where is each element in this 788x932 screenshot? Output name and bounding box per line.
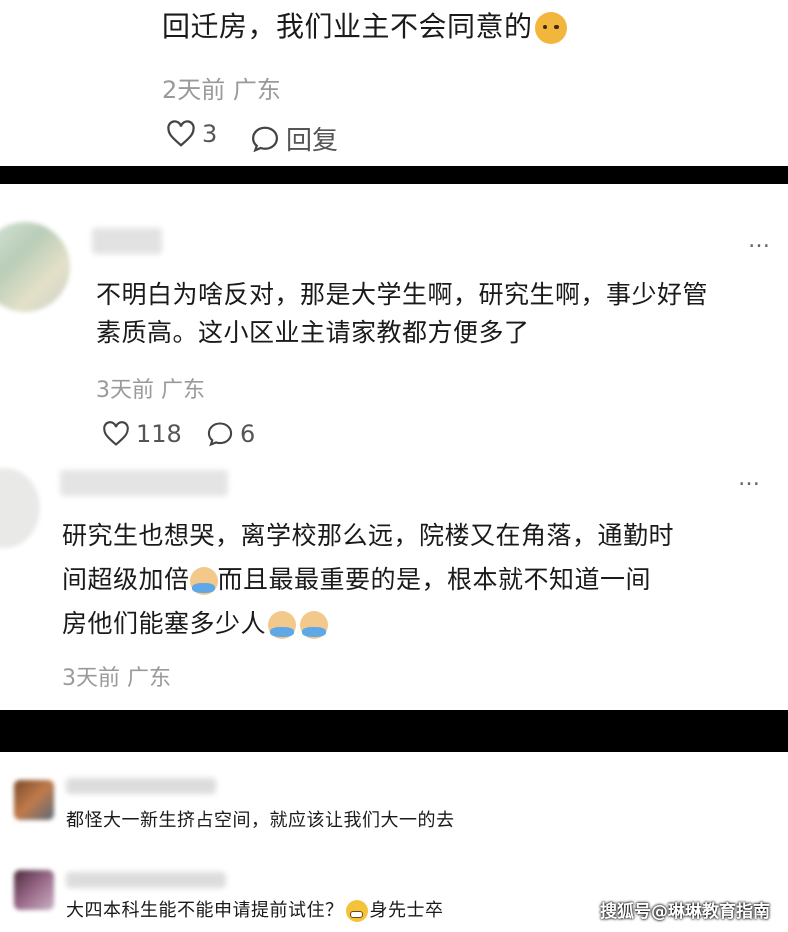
like-button[interactable]: 118 [102,420,182,448]
username-blurred[interactable] [66,778,216,794]
crying-emoji [268,611,297,639]
comment-bubble-icon [207,422,233,447]
watermark: 搜狐号@琳琳教育指南 [600,902,770,922]
comment-meta: 2天前 广东 [162,76,281,104]
comment-text: 不明白为啥反对，那是大学生啊，研究生啊，事少好管 素质高。这小区业主请家教都方便… [96,280,709,347]
username-blurred[interactable] [92,228,162,254]
reply-button[interactable]: 6 [206,420,255,448]
like-count: 118 [136,420,182,448]
comment-text: 回迁房，我们业主不会同意的 [162,10,567,44]
comment-bubble-icon [251,126,279,152]
reply-count: 6 [240,420,256,448]
comment-card-2: … 不明白为啥反对，那是大学生啊，研究生啊，事少好管 素质高。这小区业主请家教都… [0,184,788,456]
separator-bar [0,710,788,752]
comment-card-3: … 研究生也想哭，离学校那么远，院楼又在角落，通勤时 间超级加倍 而且最最重要的是… [0,456,788,710]
comment-text: 都怪大一新生挤占空间，就应该让我们大一的去 [66,810,455,831]
comment-text: 大四本科生能不能申请提前试住？ 身先士卒 [66,900,444,922]
reply-label: 回复 [286,126,339,156]
comment-text: 研究生也想哭，离学校那么远，院楼又在角落，通勤时 间超级加倍 而且最最重要的是，根… [62,521,675,639]
like-count: 3 [202,120,218,148]
more-options-icon[interactable]: … [738,466,762,491]
avatar[interactable] [14,870,54,910]
comment-card-1: 回迁房，我们业主不会同意的 2天前 广东 3 回复 [0,0,788,166]
reply-button[interactable]: 回复 [250,120,338,157]
username-blurred[interactable] [60,470,228,496]
comment-meta: 3天前 广东 [62,666,172,691]
separator-bar [0,166,788,184]
crying-emoji [189,567,218,595]
avatar[interactable] [0,222,70,312]
heart-icon [103,421,129,446]
avatar[interactable] [14,780,54,820]
username-blurred[interactable] [66,872,226,888]
smug-face-emoji [534,12,567,44]
crying-emoji [300,611,329,639]
heart-icon [167,120,195,147]
avatar[interactable] [0,468,40,548]
comment-card-4: 都怪大一新生挤占空间，就应该让我们大一的去 大四本科生能不能申请提前试住？ 身先士… [0,752,788,932]
grin-emoji [345,900,368,922]
more-options-icon[interactable]: … [748,228,772,253]
like-button[interactable]: 3 [166,120,217,148]
comment-meta: 3天前 广东 [96,378,206,403]
